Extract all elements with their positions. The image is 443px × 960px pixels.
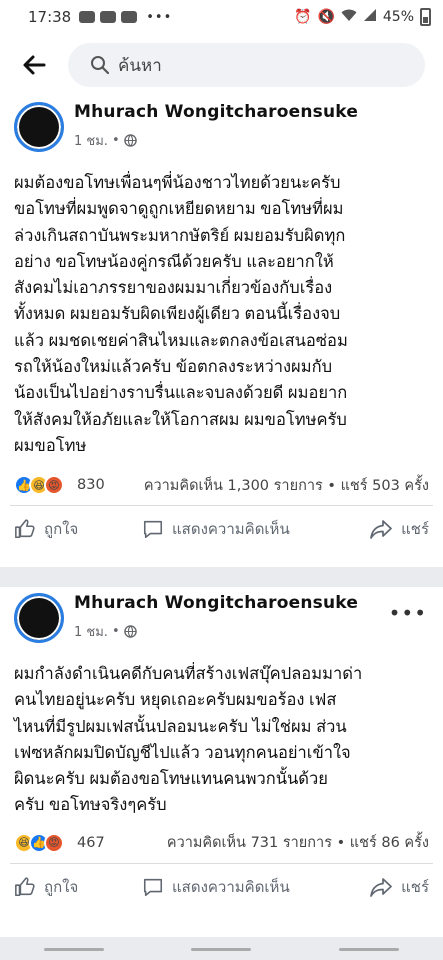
post-text: ผมกำลังดำเนินคดีกับคนที่สร้างเฟสบุ๊คปลอม… — [14, 665, 363, 815]
like-button[interactable]: ถูกใจ — [14, 875, 142, 899]
comment-button[interactable]: แสดงความคิดเห็น — [142, 517, 369, 541]
youtube-icon — [79, 11, 96, 23]
share-count[interactable]: แชร์ 86 ครั้ง — [350, 835, 429, 851]
more-notifications-icon: ••• — [146, 9, 173, 25]
comment-share-counts: ความคิดเห็น 1,300 รายการ • แชร์ 503 ครั้… — [144, 474, 429, 497]
author-name[interactable]: Mhurach Wongitcharoensuke — [74, 102, 358, 122]
arrow-left-icon — [23, 55, 46, 75]
angry-reaction-icon: 😡 — [44, 475, 64, 496]
search-header: ค้นหา — [0, 34, 443, 96]
dot-separator: • — [111, 624, 120, 639]
battery-icon — [420, 8, 431, 26]
reactions-summary[interactable]: 👍 😆 😡 — [14, 475, 64, 496]
status-bar: 17:38 ••• ⏰ 🔇 45% — [0, 0, 443, 34]
share-label: แชร์ — [401, 877, 429, 896]
youtube-icon — [121, 11, 138, 23]
post-header: Mhurach Wongitcharoensuke 1 ชม. • ••• — [0, 587, 443, 647]
post-meta: 1 ชม. • — [74, 621, 137, 642]
post-actions: ถูกใจ แสดงความคิดเห็น แชร์ — [0, 506, 443, 552]
dot-separator: • — [111, 133, 120, 148]
reactions-summary[interactable]: 😆 👍 😡 — [14, 832, 64, 853]
back-button[interactable] — [20, 51, 48, 79]
post: Mhurach Wongitcharoensuke 1 ชม. • ผมต้อง… — [0, 96, 443, 567]
search-input[interactable]: ค้นหา — [68, 43, 425, 87]
like-label: ถูกใจ — [44, 877, 79, 896]
post-meta: 1 ชม. • — [74, 130, 137, 151]
post-text: ผมต้องขอโทษเพื่อนๆพี่น้องชาวไทยด้วยนะครั… — [14, 174, 348, 455]
signal-icon — [363, 8, 377, 26]
dot-separator: • — [336, 835, 350, 852]
share-count[interactable]: แชร์ 503 ครั้ง — [341, 478, 429, 494]
reaction-count[interactable]: 467 — [77, 835, 105, 851]
status-time: 17:38 — [28, 8, 72, 26]
gesture-navigation-bar — [0, 938, 443, 960]
notification-icons: ••• — [79, 10, 172, 25]
globe-icon — [123, 625, 137, 638]
comment-share-counts: ความคิดเห็น 731 รายการ • แชร์ 86 ครั้ง — [167, 831, 429, 854]
thumbs-up-icon — [15, 877, 35, 896]
mute-icon: 🔇 — [317, 9, 335, 25]
like-button[interactable]: ถูกใจ — [14, 517, 142, 541]
post-header: Mhurach Wongitcharoensuke 1 ชม. • — [0, 96, 443, 156]
avatar[interactable] — [14, 593, 64, 643]
youtube-icon — [100, 11, 117, 23]
share-label: แชร์ — [401, 520, 429, 539]
nav-handle[interactable] — [43, 947, 104, 951]
author-name[interactable]: Mhurach Wongitcharoensuke — [74, 593, 358, 613]
comment-label: แสดงความคิดเห็น — [172, 520, 290, 539]
comment-icon — [143, 521, 163, 539]
post-actions: ถูกใจ แสดงความคิดเห็น แชร์ — [0, 864, 443, 910]
globe-icon — [123, 134, 137, 147]
post-stats: 😆 👍 😡 467 ความคิดเห็น 731 รายการ • แชร์ … — [0, 823, 443, 863]
search-placeholder: ค้นหา — [118, 55, 162, 76]
post-time[interactable]: 1 ชม. — [74, 130, 108, 151]
share-button[interactable]: แชร์ — [369, 875, 429, 899]
post-stats: 👍 😆 😡 830 ความคิดเห็น 1,300 รายการ • แชร… — [0, 465, 443, 505]
comment-label: แสดงความคิดเห็น — [172, 877, 290, 896]
battery-percent: 45% — [382, 9, 414, 25]
dot-separator: • — [327, 477, 341, 494]
post: Mhurach Wongitcharoensuke 1 ชม. • ••• ผม… — [0, 587, 443, 937]
comment-count[interactable]: ความคิดเห็น 1,300 รายการ — [144, 478, 323, 494]
more-options-button[interactable]: ••• — [389, 601, 427, 625]
wifi-icon — [341, 8, 357, 26]
search-icon — [91, 56, 110, 75]
nav-handle[interactable] — [339, 947, 400, 951]
comment-icon — [143, 878, 163, 896]
share-button[interactable]: แชร์ — [369, 517, 429, 541]
post-time[interactable]: 1 ชม. — [74, 621, 108, 642]
share-icon — [370, 877, 392, 897]
alarm-icon: ⏰ — [294, 9, 312, 25]
nav-handle[interactable] — [191, 947, 252, 951]
avatar[interactable] — [14, 102, 64, 152]
angry-reaction-icon: 😡 — [44, 832, 64, 853]
like-label: ถูกใจ — [44, 520, 79, 539]
thumbs-up-icon — [15, 519, 35, 539]
comment-button[interactable]: แสดงความคิดเห็น — [142, 875, 369, 899]
share-icon — [370, 520, 392, 540]
comment-count[interactable]: ความคิดเห็น 731 รายการ — [167, 835, 332, 851]
reaction-count[interactable]: 830 — [77, 477, 105, 493]
